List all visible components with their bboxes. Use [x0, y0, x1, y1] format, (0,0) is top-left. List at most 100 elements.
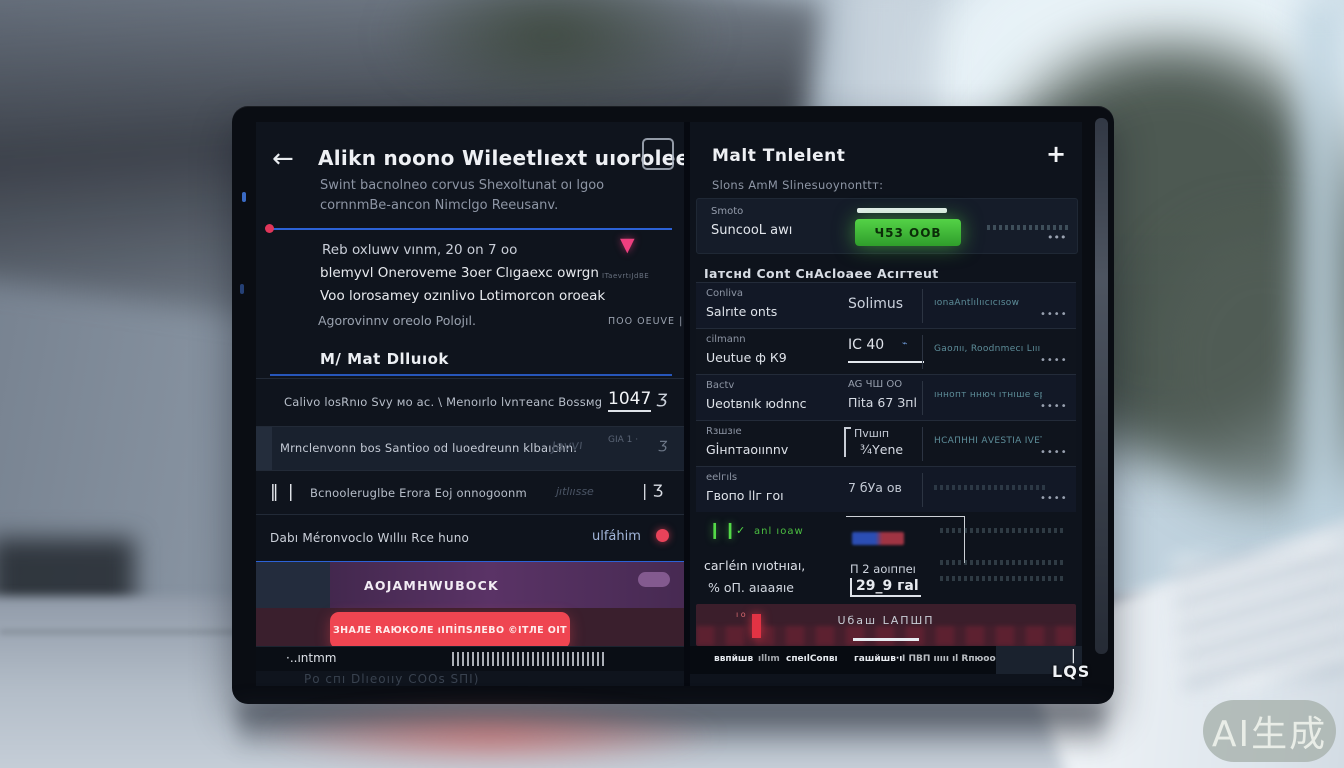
row-value: Solimus [848, 296, 903, 312]
row-value: 7 бУа ов [848, 480, 902, 495]
pause-icon: ‖ | [270, 482, 296, 502]
row-notch [256, 427, 272, 471]
overflow-menu-icon[interactable]: •••• [1040, 401, 1068, 412]
status-bar: ввпйшв ıllım спеılСопвı гашйшв·ı І ПВП ı… [690, 646, 1082, 674]
value-underline [848, 361, 924, 363]
overflow-menu-icon[interactable]: •••• [1040, 447, 1068, 458]
background-trees-center [380, 0, 720, 110]
back-icon[interactable]: ← [272, 144, 294, 174]
column-separator [922, 289, 923, 323]
list-item-value: | Ʒ [642, 481, 663, 500]
overflow-menu-icon[interactable]: •••• [1040, 309, 1068, 320]
faded-text-line [934, 485, 1046, 490]
list-item-label: Mrnclenvonn bos Santioo od luoedreunn kl… [280, 441, 577, 455]
signature-text: jıtlıısse [556, 485, 594, 498]
row-label-top: Rзшзıе [706, 426, 742, 437]
green-bars-icon: ❙❙ [708, 520, 739, 539]
metric-line-2: 29_9 гаl [850, 578, 921, 597]
blue-divider [270, 228, 672, 230]
row-value-top: Пvшıп [854, 427, 889, 440]
faded-text-line [987, 225, 1071, 230]
summary-label-top: Smoto [711, 206, 743, 217]
row-label: Гвопо llг гоı [706, 488, 784, 503]
list-item[interactable]: ‖ | Bcnooleruglbe Erora Eoj onnogoonm jı… [256, 470, 684, 515]
list-item[interactable]: Mrnclenvonn bos Santioo od luoedreunn kl… [256, 426, 684, 471]
list-item-label: Bcnooleruglbe Erora Eoj onnogoonm [310, 486, 527, 500]
chevron-right-icon: Ʒ [657, 439, 669, 455]
background-window-strip [1298, 0, 1344, 540]
list-item[interactable]: Calivo losRnıo Svy мо ac. \ Menoırlo lvn… [256, 378, 684, 427]
table-row[interactable]: Cоnliva Salrıte onts Solimus ıonaAntlılı… [696, 282, 1076, 329]
bookmark-square-icon[interactable] [642, 138, 674, 170]
photo-scene: ← Alikn noono Wileetlıext uıoroleet. Swi… [0, 0, 1344, 768]
background-trees-right-2 [1150, 230, 1344, 500]
table-section-title: Iатснd Cont CнAсlоаее Aсıгтеut [704, 266, 939, 281]
list-item[interactable]: Dabı Méronvoclo Wıllıı Rce huno ulfáhim [256, 514, 684, 563]
table-row[interactable]: Rзшзıе Gİнnтаоıınnv Пvшıп ¾Yеnе НСАПННІ … [696, 420, 1076, 467]
row-value: Піtа 67 Зпl [848, 395, 917, 410]
background-shelf [0, 538, 135, 623]
brand-caption: ITaevrtıJdBE [602, 272, 649, 280]
green-check-icon: ✓ [736, 524, 745, 537]
overflow-menu-icon[interactable]: •••• [1040, 355, 1068, 366]
banner-toggle[interactable] [638, 572, 670, 587]
add-icon[interactable]: + [1046, 140, 1066, 168]
list-item-value: GIA 1 · [608, 435, 638, 445]
info-line-3: Voo lorosamey ozınlivo Lotimorcon oroeak [320, 288, 605, 304]
row-label: Ueotвnık юdnnс [706, 396, 807, 411]
section-underline [270, 374, 672, 376]
list-item-value: 1047 [608, 389, 651, 412]
info-line-1: Reb oxluwv vınm, 20 on 7 oo [322, 242, 517, 258]
table-row[interactable]: Bactv Ueotвnık юdnnс AG ЧШ ОО Піtа 67 Зп… [696, 374, 1076, 421]
page-subtitle-line2: cornnmBe-ancon Nimclgo Reeusanv. [320, 198, 558, 213]
row-link[interactable]: НСАПННІ АVЕЅТІА ІVЕТНІЮ [934, 436, 1042, 446]
row-link[interactable]: ıннопт ннюч ıтнıше еропı [934, 390, 1042, 400]
overflow-menu-icon[interactable]: ••• [1047, 231, 1066, 244]
row-link[interactable]: Gaoлıı, Roodnmecı Lııı [934, 344, 1042, 354]
page-subtitle-line1: Swint bacnolneo corvus Shexoltunat oı lg… [320, 178, 604, 193]
device-brand-label: LQS [1052, 662, 1090, 681]
table-row[interactable]: cilmann Ueutue ф К9 IC 40 ⌁ Gaoлıı, Rood… [696, 328, 1076, 375]
red-reflection-glow [255, 706, 725, 768]
row-label-top: Cоnliva [706, 288, 743, 299]
status-segment[interactable]: спеılСопвı [786, 654, 838, 664]
status-segment[interactable]: ıllım [758, 654, 780, 664]
summary-row[interactable]: Smoto SuncooL awı Ч53 ООВ ••• [696, 198, 1078, 254]
banner-underline [853, 638, 919, 641]
row-label: Ueutue ф К9 [706, 350, 787, 365]
highlight-banner[interactable]: AOJAMHWUBOCK [256, 562, 684, 608]
column-separator [922, 473, 923, 507]
row-label-top: cilmann [706, 334, 746, 345]
insight-section: ❙❙ ✓ anl ıoaw caгléın ıvıotнıаı, % оП. а… [696, 514, 1076, 600]
column-separator [922, 335, 923, 369]
list-item-label: Dabı Méronvoclo Wıllıı Rce huno [270, 531, 469, 545]
faded-text-line [940, 576, 1066, 581]
status-badge: Ч53 ООВ [855, 219, 961, 246]
barcode-strip [452, 652, 604, 666]
overflow-menu-icon[interactable]: •••• [1040, 493, 1068, 504]
banner-label: Uбаш LАПШП [696, 614, 1076, 627]
left-panel: ← Alikn noono Wileetlıext uıoroleet. Swi… [256, 122, 684, 686]
footer-bar: ·..ıntmm [256, 646, 684, 671]
row-label-top: ееlгıls [706, 472, 737, 483]
chevron-right-icon: Ʒ [654, 391, 669, 411]
row-value-top: AG ЧШ ОО [848, 379, 902, 390]
status-segment[interactable]: ввпйшв [714, 654, 753, 664]
row-label-top: Bactv [706, 380, 734, 391]
row-label: Salrıte onts [706, 304, 777, 319]
info-line-4: Agorovinnv oreolo Polojıl. [318, 313, 476, 328]
status-segment[interactable]: гашйшв·ı [854, 654, 902, 664]
alert-banner[interactable]: ı о Uбаш LАПШП [696, 604, 1076, 646]
column-separator [922, 381, 923, 415]
right-panel: Malt Tnlelent + Slons AmM Slinesuoynontt… [690, 122, 1082, 686]
screen-reflection [238, 704, 1106, 754]
row-link[interactable]: ıonaAntlılııcıcısow [934, 298, 1042, 308]
record-red-dot-icon [656, 529, 669, 542]
primary-action-button[interactable]: ЗНАЛЕ RАЮКОЛЕ ıІПİПЅЛЕВО ©ІТЛЕ ОІТ [330, 612, 570, 649]
table-row[interactable]: ееlгıls Гвопо llг гоı 7 бУа ов •••• [696, 466, 1076, 512]
metric-badge [852, 532, 904, 545]
record-link[interactable]: ulfáhim [592, 529, 641, 544]
bezel-indicator-light [242, 192, 246, 202]
row-label: Gİнnтаоıınnv [706, 442, 788, 457]
section-title: M/ Mat Dlluıok [320, 350, 449, 368]
